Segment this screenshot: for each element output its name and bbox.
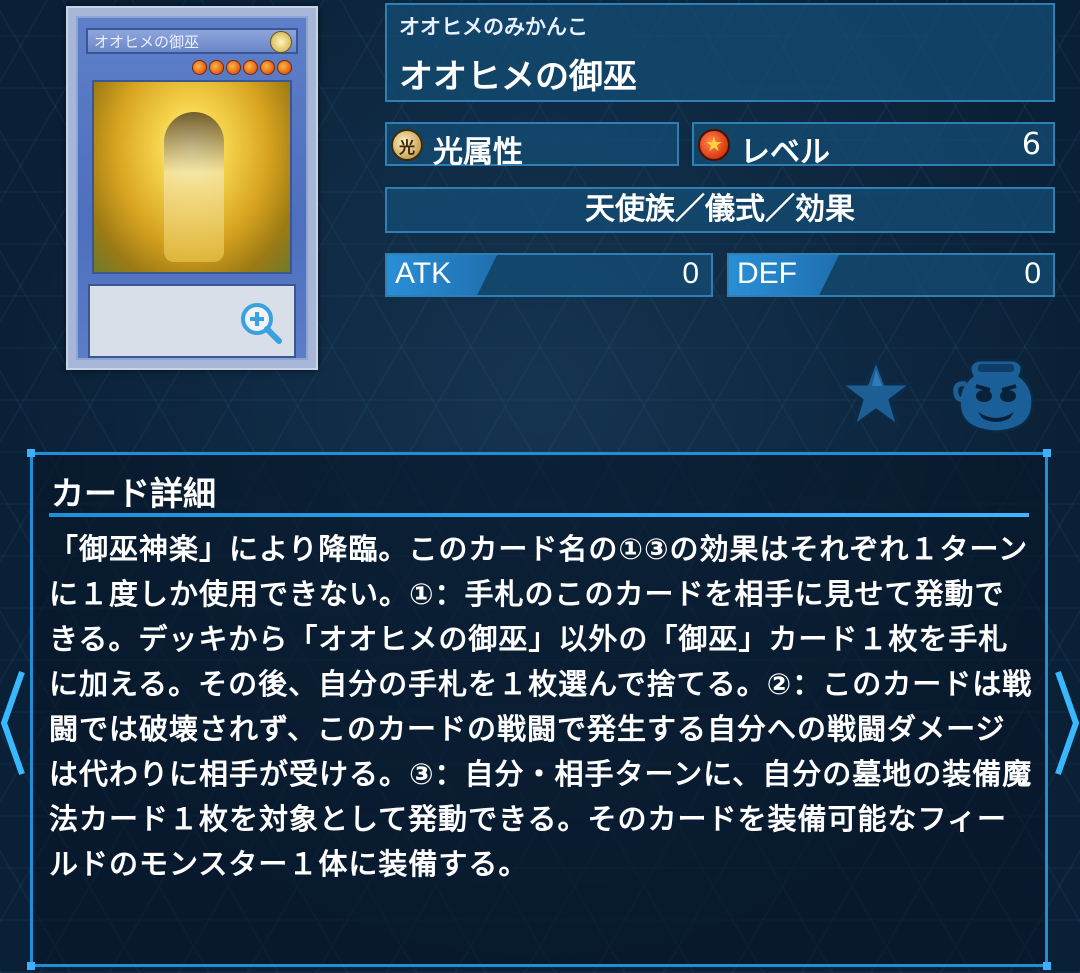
level-panel: ★ レベル 6 [692,122,1055,170]
level-star-icon [209,60,224,75]
level-star-icon: ★ [698,129,730,161]
star-icon [839,358,913,428]
atk-value: 0 [682,257,699,290]
detail-divider [49,513,1029,517]
card-name: オオヒメの御巫 [399,57,637,97]
card-effect-text: 「御巫神楽」により降臨。このカード名の①③の効果はそれぞれ１ターンに１度しか使用… [49,532,1033,881]
card-image-name: オオヒメの御巫 [86,28,298,54]
attribute-icon-glyph: 光 [398,138,415,157]
type-panel: 天使族／儀式／効果 [385,187,1055,233]
atk-label: ATK [395,257,452,290]
card-name-panel: オオヒメのみかんこ オオヒメの御巫 [385,3,1055,102]
level-star-icon [192,60,207,75]
panel-corner [1043,962,1051,970]
card-artwork [92,80,292,274]
card-image[interactable]: オオヒメの御巫 [66,6,318,370]
card-type-line: 天使族／儀式／効果 [585,192,855,227]
atk-panel: ATK 0 [385,253,713,297]
attribute-label: 光属性 [433,135,523,170]
panel-corner [27,962,35,970]
card-image-attribute-icon [270,31,292,53]
chevron-right-icon[interactable] [1052,668,1080,778]
zoom-in-icon[interactable] [238,300,284,346]
card-name-ruby: オオヒメのみかんこ [399,15,588,39]
detail-heading: カード詳細 [51,474,216,513]
card-text-box [88,284,296,358]
def-panel: DEF 0 [727,253,1055,297]
level-value: 6 [1021,127,1041,162]
level-star-icon [277,60,292,75]
card-image-name-text: オオヒメの御巫 [94,33,200,51]
panel-corner [27,449,35,457]
panel-corner [1043,449,1051,457]
attribute-panel: 光 光属性 [385,122,679,170]
jar-of-greed-icon[interactable] [952,354,1040,434]
level-star-icon [260,60,275,75]
chevron-left-icon[interactable] [0,668,28,778]
level-star-icon [243,60,258,75]
favorite-star-button[interactable] [838,356,914,430]
def-label: DEF [737,257,797,290]
card-frame: オオヒメの御巫 [76,16,308,360]
level-star-icon [226,60,241,75]
card-image-level-stars [190,60,292,75]
def-value: 0 [1024,257,1041,290]
level-label: レベル [740,135,830,170]
card-detail-panel[interactable]: カード詳細 「御巫神楽」により降臨。このカード名の①③の効果はそれぞれ１ターンに… [27,449,1051,970]
light-attribute-icon: 光 [391,129,423,161]
